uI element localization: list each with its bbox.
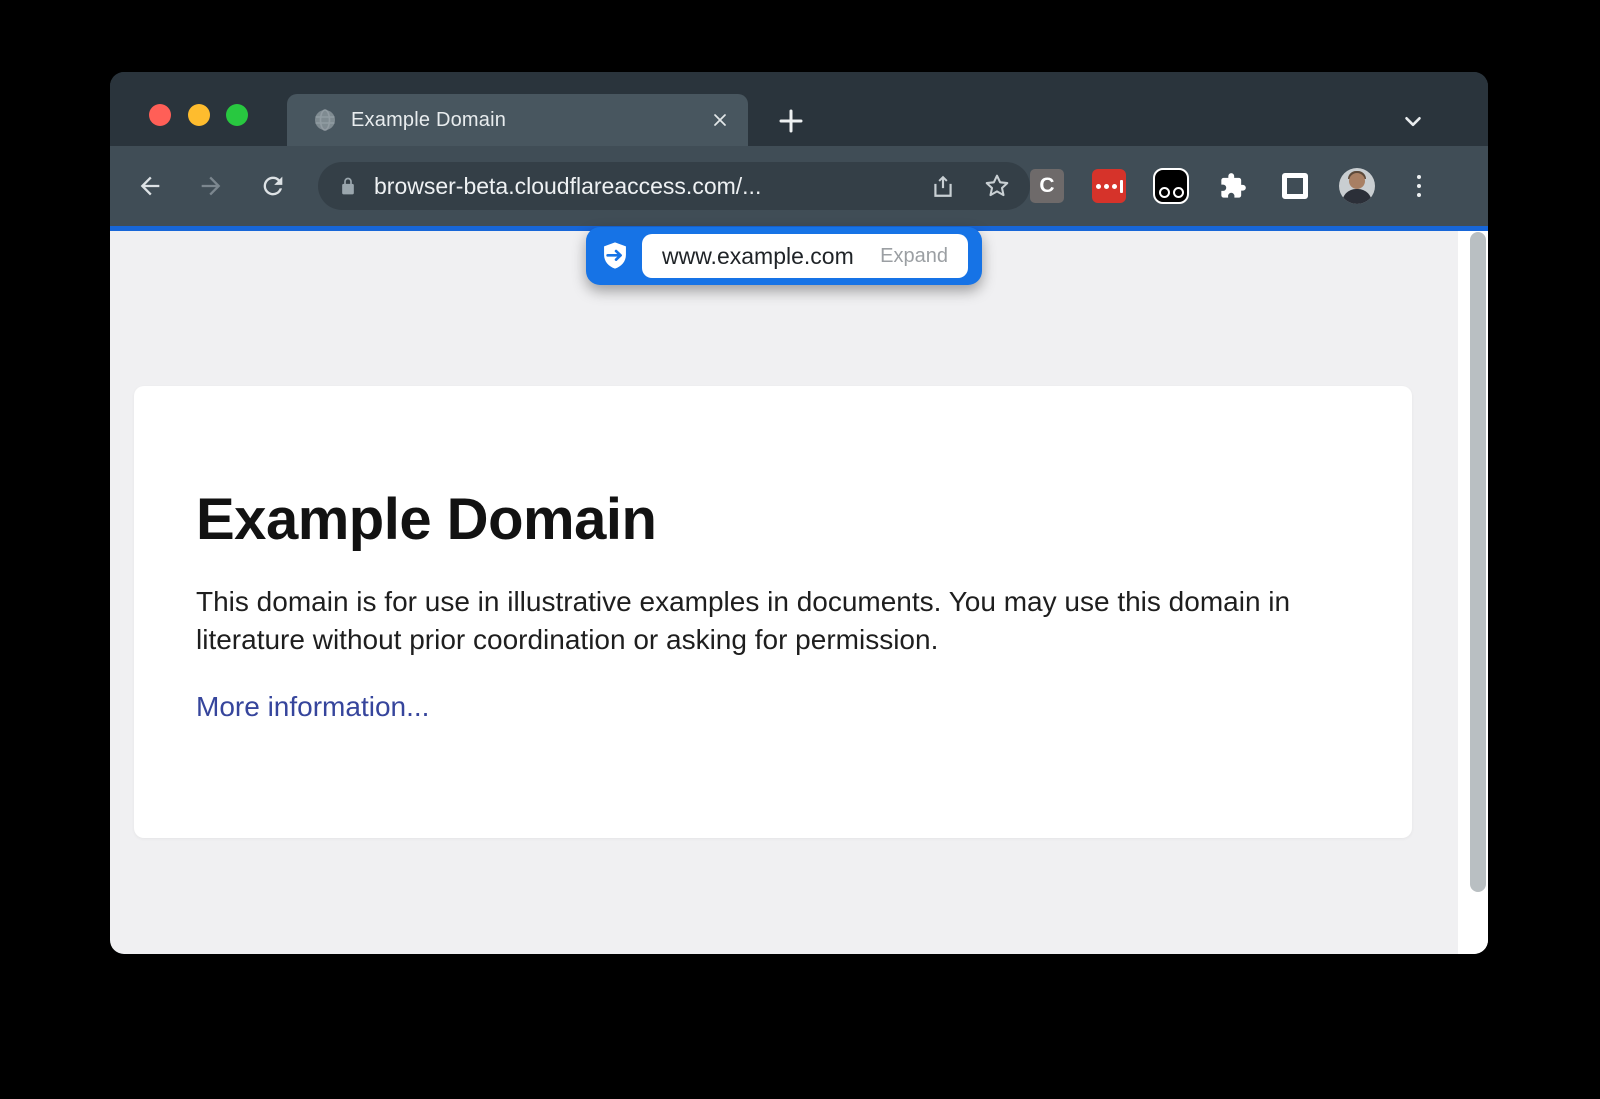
- more-information-link[interactable]: More information...: [196, 691, 429, 723]
- chevron-down-icon: [1400, 108, 1426, 134]
- reload-icon: [259, 172, 287, 200]
- tab-title: Example Domain: [351, 109, 506, 132]
- lastpass-extension-button[interactable]: [1078, 146, 1140, 226]
- globe-icon: [313, 108, 337, 132]
- side-panel-icon: [1282, 173, 1308, 199]
- content-card: Example Domain This domain is for use in…: [134, 386, 1412, 838]
- minimize-window-button[interactable]: [188, 104, 210, 126]
- profile-button[interactable]: [1326, 146, 1388, 226]
- lastpass-icon: [1092, 169, 1126, 203]
- browser-window: Example Domain: [110, 72, 1488, 954]
- expand-button[interactable]: Expand: [880, 245, 948, 268]
- reload-button[interactable]: [253, 166, 293, 206]
- extensions-row: C: [1016, 146, 1450, 226]
- toolbar: browser-beta.cloudflareaccess.com/... C: [110, 146, 1488, 226]
- puzzle-icon: [1219, 172, 1247, 200]
- avatar: [1339, 168, 1375, 204]
- eyes-extension-button[interactable]: [1140, 146, 1202, 226]
- tab-strip: Example Domain: [110, 72, 1488, 146]
- fullscreen-window-button[interactable]: [226, 104, 248, 126]
- eyes-icon: [1153, 168, 1189, 204]
- isolation-badge[interactable]: www.example.com Expand: [586, 227, 982, 285]
- side-panel-button[interactable]: [1264, 146, 1326, 226]
- plus-icon: [776, 106, 806, 136]
- extension-c-icon: C: [1030, 169, 1064, 203]
- extensions-menu-button[interactable]: [1202, 146, 1264, 226]
- browser-menu-button[interactable]: [1388, 146, 1450, 226]
- address-bar[interactable]: browser-beta.cloudflareaccess.com/...: [318, 162, 1030, 210]
- page-title: Example Domain: [196, 486, 1352, 553]
- url-text[interactable]: browser-beta.cloudflareaccess.com/...: [374, 173, 761, 200]
- isolated-domain-text: www.example.com: [662, 243, 854, 270]
- close-window-button[interactable]: [149, 104, 171, 126]
- close-tab-icon[interactable]: [706, 106, 734, 134]
- share-icon[interactable]: [930, 173, 956, 199]
- back-button[interactable]: [130, 166, 170, 206]
- shield-arrow-icon: [599, 240, 631, 272]
- extension-c-button[interactable]: C: [1016, 146, 1078, 226]
- tab-strip-menu-button[interactable]: [1400, 108, 1426, 134]
- page-body-text: This domain is for use in illustrative e…: [196, 583, 1346, 659]
- isolation-badge-inner: www.example.com Expand: [642, 234, 968, 278]
- forward-icon: [197, 172, 225, 200]
- active-tab[interactable]: Example Domain: [287, 94, 748, 146]
- scrollbar-thumb[interactable]: [1470, 232, 1486, 892]
- kebab-menu-icon: [1417, 175, 1422, 198]
- bookmark-star-icon[interactable]: [984, 173, 1010, 199]
- forward-button[interactable]: [191, 166, 231, 206]
- page-viewport: www.example.com Expand Example Domain Th…: [110, 231, 1488, 954]
- scrollbar-track[interactable]: [1458, 231, 1488, 954]
- back-icon: [136, 172, 164, 200]
- lock-icon[interactable]: [338, 176, 358, 196]
- new-tab-button[interactable]: [774, 104, 808, 138]
